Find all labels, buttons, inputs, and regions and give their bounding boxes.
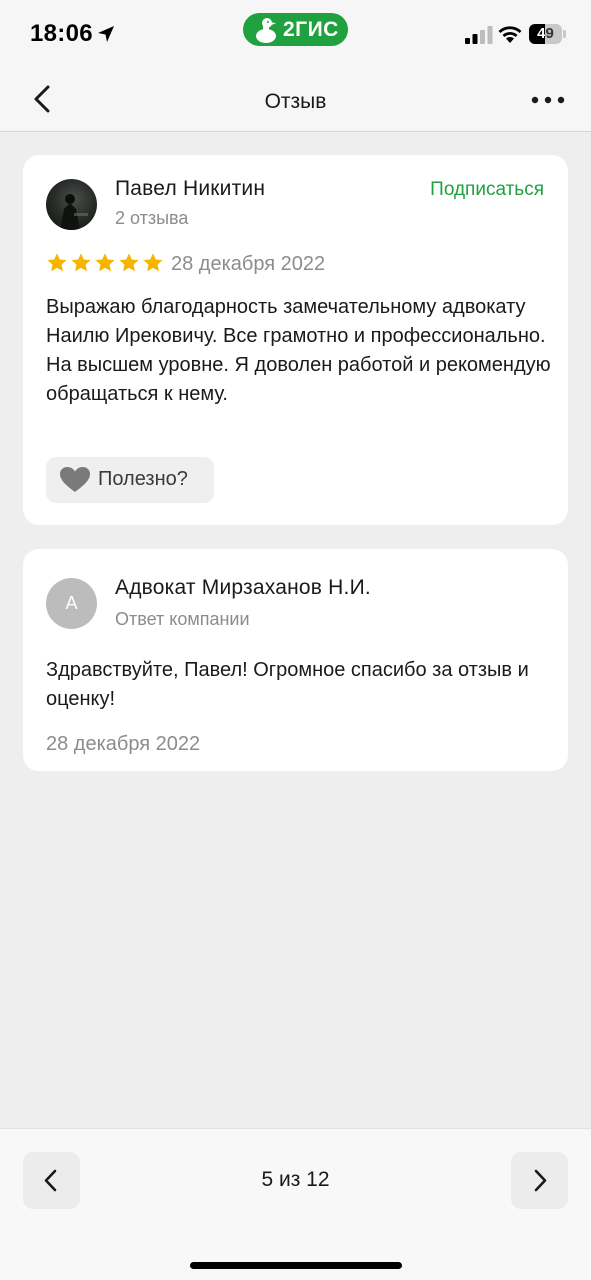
star-icon: [95, 253, 115, 272]
helpful-label: Полезно?: [98, 468, 188, 490]
review-date: 28 декабря 2022: [171, 253, 326, 275]
review-text: Выражаю благодарность замечательному адв…: [46, 296, 551, 405]
author-review-count: 2 отзыва: [115, 208, 189, 228]
battery-icon: 49: [529, 24, 567, 44]
cellular-signal-icon: [465, 26, 493, 44]
home-indicator[interactable]: [190, 1262, 402, 1269]
avatar[interactable]: [46, 179, 97, 230]
review-card: Павел Никитин 2 отзыва Подписаться 28 де…: [23, 155, 568, 525]
page-title: Отзыв: [264, 90, 327, 113]
status-bar: 18:06 2ГИС 49: [0, 0, 591, 68]
company-avatar[interactable]: А: [46, 578, 97, 629]
location-arrow-icon: [98, 26, 114, 42]
star-icon: [119, 253, 139, 272]
reply-date: 28 декабря 2022: [46, 733, 201, 755]
company-name[interactable]: Адвокат Мирзаханов Н.И.: [115, 576, 371, 600]
review-pager: 5 из 12: [0, 1128, 591, 1280]
chevron-right-icon: [534, 1169, 547, 1192]
star-icon: [47, 253, 67, 272]
more-dots-icon[interactable]: [528, 88, 568, 112]
next-review-button[interactable]: [511, 1152, 568, 1209]
reply-subtitle: Ответ компании: [115, 609, 250, 629]
brand-badge[interactable]: 2ГИС: [243, 13, 348, 46]
company-reply-card: А Адвокат Мирзаханов Н.И. Ответ компании…: [23, 549, 568, 771]
page-counter: 5 из 12: [261, 1168, 330, 1191]
author-name[interactable]: Павел Никитин: [115, 177, 265, 201]
navigation-bar: Отзыв: [0, 68, 591, 132]
helpful-button[interactable]: Полезно?: [46, 457, 214, 503]
brand-name: 2ГИС: [283, 18, 339, 41]
goose-mascot-icon: [256, 18, 276, 43]
subscribe-button[interactable]: Подписаться: [430, 179, 544, 201]
rating-stars: [46, 252, 164, 276]
wifi-icon: [498, 26, 522, 43]
status-time: 18:06: [30, 20, 93, 47]
star-icon: [71, 253, 91, 272]
battery-level: 49: [537, 25, 554, 42]
reply-text: Здравствуйте, Павел! Огромное спасибо за…: [46, 659, 529, 710]
heart-icon: [60, 467, 90, 492]
star-icon: [143, 253, 163, 272]
